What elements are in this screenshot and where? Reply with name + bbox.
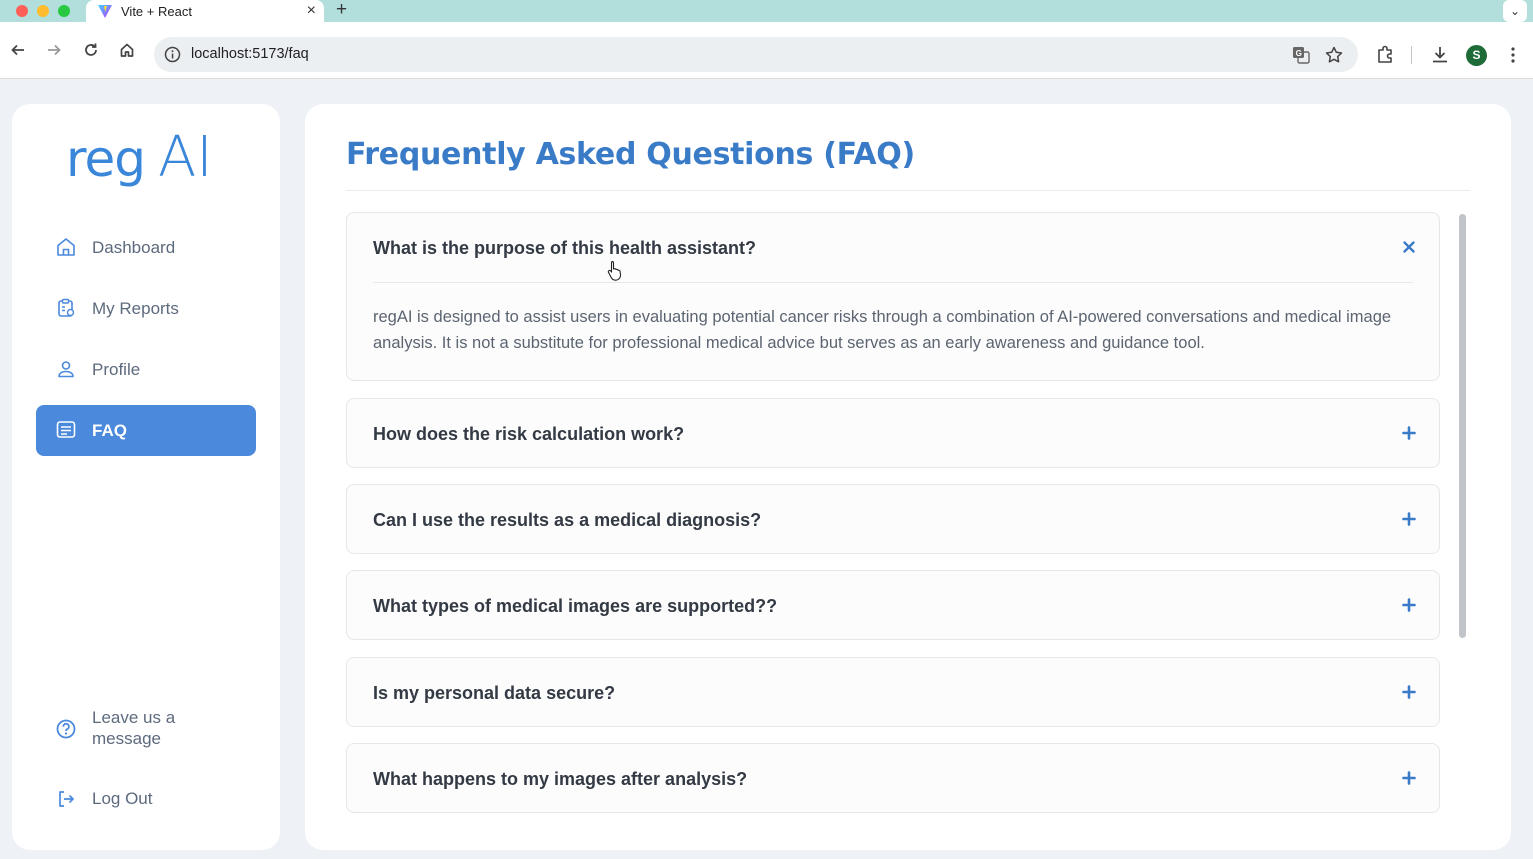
faq-item[interactable]: What happens to my images after analysis… [346,743,1440,813]
sidebar-item-profile[interactable]: Profile [36,344,256,395]
faq-icon [56,421,76,438]
sidebar-item-faq[interactable]: FAQ [36,405,256,456]
main-panel: Frequently Asked Questions (FAQ) What is… [305,104,1511,850]
expand-plus-icon[interactable] [1401,684,1417,700]
translate-icon[interactable]: G [1291,45,1311,65]
page-title: Frequently Asked Questions (FAQ) [346,137,915,172]
faq-question[interactable]: What happens to my images after analysis… [373,769,747,790]
forward-icon[interactable] [40,36,68,64]
url-text: localhost:5173/faq [191,46,309,62]
faq-item[interactable]: Is my personal data secure? [346,657,1440,727]
toolbar-separator [1411,46,1412,64]
hand-pointer-cursor-icon [607,260,622,281]
window-minimize-button[interactable] [37,5,49,17]
sidebar: reg AI Dashboard My Reports Profile FAQ … [12,104,280,850]
expand-plus-icon[interactable] [1401,597,1417,613]
leave-message-line1: Leave us a [92,708,176,727]
faq-question[interactable]: Can I use the results as a medical diagn… [373,510,761,531]
tab-close-icon[interactable]: × [307,1,316,21]
logout-icon [59,791,75,807]
sidebar-item-label: Dashboard [92,237,176,257]
title-divider [346,190,1470,191]
downloads-icon[interactable] [1429,44,1451,66]
extensions-puzzle-icon[interactable] [1375,44,1397,66]
sidebar-item-dashboard[interactable]: Dashboard [36,222,256,273]
faq-answer: regAI is designed to assist users in eva… [373,308,1392,352]
tab-search-chevron-icon[interactable]: ⌄ [1503,0,1527,22]
faq-scrollbar-thumb[interactable] [1459,214,1466,638]
sidebar-item-label: FAQ [92,420,127,440]
reload-icon[interactable] [77,36,105,64]
logout-button[interactable]: Log Out [36,787,256,811]
help-circle-icon [56,719,76,739]
faq-item[interactable]: Can I use the results as a medical diagn… [346,484,1440,554]
new-tab-icon[interactable]: + [336,0,347,21]
sidebar-item-label: My Reports [92,298,179,318]
site-info-icon[interactable] [164,46,181,63]
faq-question[interactable]: Is my personal data secure? [373,683,615,704]
bookmark-star-icon[interactable] [1324,45,1344,65]
browser-toolbar: localhost:5173/faq G S [0,22,1533,79]
home-browser-icon[interactable] [113,36,141,64]
address-bar[interactable]: localhost:5173/faq G [154,37,1358,72]
expand-plus-icon[interactable] [1401,425,1417,441]
sidebar-item-label: Profile [92,359,141,379]
browser-tab[interactable]: Vite + React × [86,0,324,22]
vite-logo-icon [98,5,112,18]
sidebar-item-my-reports[interactable]: My Reports [36,283,256,334]
faq-question[interactable]: What types of medical images are support… [373,596,777,617]
faq-item[interactable]: How does the risk calculation work? [346,398,1440,468]
regai-logo[interactable]: reg AI [64,126,244,192]
faq-question[interactable]: What is the purpose of this health assis… [373,238,756,259]
svg-text:reg: reg [66,130,145,188]
collapse-x-icon[interactable] [1401,239,1417,255]
faq-question[interactable]: How does the risk calculation work? [373,424,684,445]
profile-avatar[interactable]: S [1466,45,1487,66]
faq-item[interactable]: What types of medical images are support… [346,570,1440,640]
leave-message-line2: message [92,729,161,748]
expand-plus-icon[interactable] [1401,770,1417,786]
faq-item[interactable]: What is the purpose of this health assis… [346,212,1440,381]
expand-plus-icon[interactable] [1401,511,1417,527]
user-icon [58,361,74,378]
browser-menu-icon[interactable] [1502,44,1524,66]
leave-message-link[interactable]: Leave us a message [36,707,256,751]
window-close-button[interactable] [16,5,28,17]
reports-icon [58,298,75,317]
svg-text:AI: AI [158,126,213,190]
back-icon[interactable] [4,36,32,64]
browser-tabstrip: Vite + React × + ⌄ [0,0,1533,22]
tab-title: Vite + React [121,4,192,19]
faq-divider [373,282,1413,283]
faq-list[interactable]: What is the purpose of this health assis… [346,212,1440,850]
home-icon [57,238,75,256]
window-maximize-button[interactable] [58,5,70,17]
svg-text:G: G [1296,49,1302,58]
logout-label: Log Out [92,789,153,808]
